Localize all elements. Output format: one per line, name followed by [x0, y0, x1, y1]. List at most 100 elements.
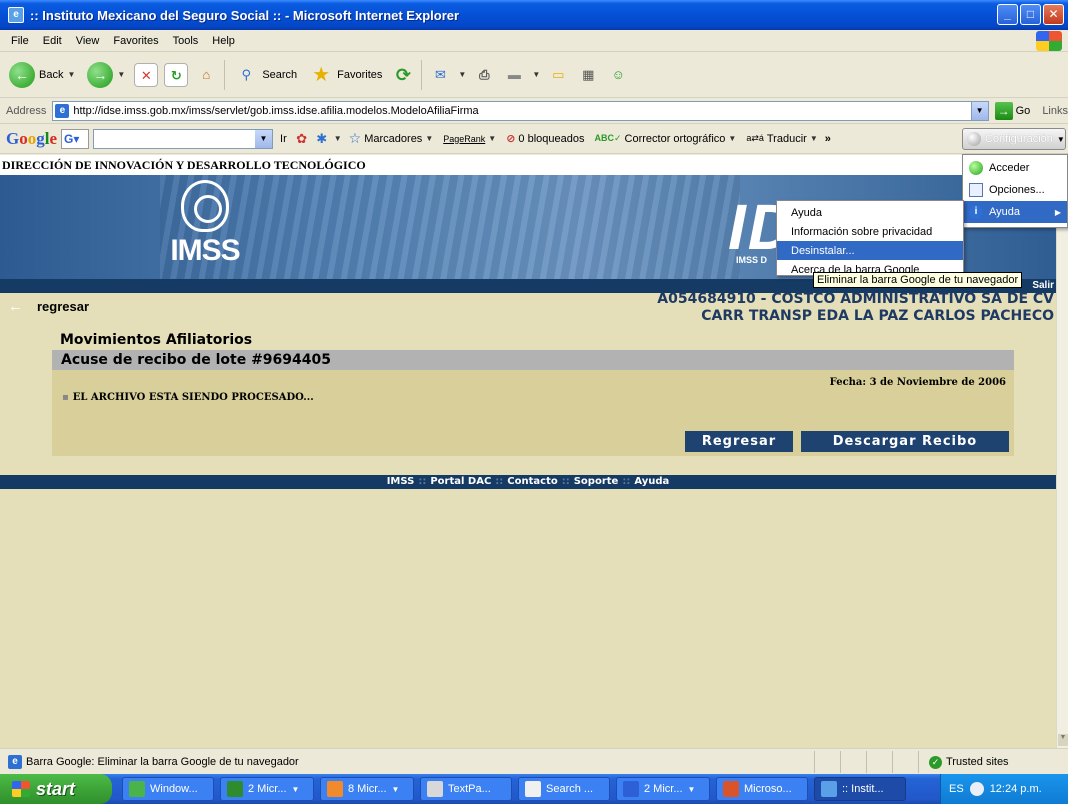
chevron-down-icon[interactable]: ▼: [970, 101, 988, 120]
print-icon[interactable]: ⎙: [472, 63, 496, 87]
company-line-1: A054684910 - COSTCO ADMINISTRATIVO SA DE…: [657, 291, 1054, 307]
marcadores-button[interactable]: ☆ Marcadores ▼: [346, 130, 437, 147]
footer-link-soporte[interactable]: Soporte: [574, 476, 619, 487]
window-title-bar[interactable]: e :: Instituto Mexicano del Seguro Socia…: [0, 0, 1068, 30]
refresh-icon[interactable]: ↻: [164, 62, 189, 87]
tooltip: Eliminar la barra Google de tu navegador: [813, 272, 1023, 288]
menu-item-ayuda[interactable]: i Ayuda ▶: [963, 201, 1067, 223]
tray-icon[interactable]: [969, 782, 984, 796]
regresar-button[interactable]: Regresar: [685, 431, 793, 452]
submenu-item-privacidad[interactable]: Información sobre privacidad: [777, 222, 963, 241]
chevron-down-icon[interactable]: ▼: [255, 129, 273, 148]
menu-file[interactable]: File: [4, 35, 36, 47]
footer-link-contacto[interactable]: Contacto: [507, 476, 557, 487]
maximize-button[interactable]: □: [1020, 4, 1041, 25]
search-icon: [525, 781, 541, 797]
edit-icon[interactable]: ▬: [502, 63, 526, 87]
footer-link-ayuda[interactable]: Ayuda: [634, 476, 669, 487]
chevron-down-icon: ▼: [488, 134, 497, 143]
menu-item-label: Acceder: [989, 162, 1030, 174]
start-button[interactable]: start: [0, 774, 112, 804]
idse-subtitle: IMSS D: [736, 255, 768, 265]
chevron-down-icon[interactable]: ▼: [117, 70, 125, 79]
task-outlook[interactable]: 8 Micr... ▼: [320, 777, 414, 801]
menu-tools[interactable]: Tools: [166, 35, 206, 47]
options-icon[interactable]: ✱: [314, 131, 330, 147]
task-window[interactable]: Window...: [122, 777, 214, 801]
google-search-input[interactable]: ▼: [93, 128, 274, 149]
check-icon: ✓: [929, 755, 942, 769]
chevron-down-icon[interactable]: ▼: [532, 70, 540, 79]
address-input[interactable]: e http://idse.imss.gob.mx/imss/servlet/g…: [52, 100, 989, 121]
spellcheck-button[interactable]: ABC✓ Corrector ortográfico ▼: [591, 133, 739, 145]
favorites-button[interactable]: ★ Favorites: [306, 57, 385, 93]
popup-blocker-button[interactable]: ⊘ 0 bloqueados: [503, 132, 587, 146]
go-arrow-icon: →: [994, 101, 1013, 120]
menu-edit[interactable]: Edit: [36, 35, 69, 47]
footer-link-imss[interactable]: IMSS: [387, 476, 415, 487]
minimize-button[interactable]: _: [997, 4, 1018, 25]
security-zone[interactable]: ✓ Trusted sites: [918, 751, 1068, 773]
close-button[interactable]: ✕: [1043, 4, 1064, 25]
start-label: start: [36, 778, 76, 799]
ie-icon: e: [8, 7, 24, 23]
marcadores-label: Marcadores: [364, 132, 423, 145]
submenu-item-desinstalar[interactable]: Desinstalar...: [777, 241, 963, 260]
folder-icon[interactable]: ▭: [546, 63, 570, 87]
vertical-scrollbar[interactable]: ▼: [1056, 155, 1068, 748]
pagerank-button[interactable]: PageRank ▼: [440, 134, 499, 144]
task-word[interactable]: 2 Micr... ▼: [616, 777, 710, 801]
chevron-down-icon: ▼: [728, 134, 737, 143]
task-excel[interactable]: 2 Micr... ▼: [220, 777, 314, 801]
chevron-down-icon: ▼: [1056, 134, 1065, 144]
popup-icon[interactable]: ✿: [294, 131, 310, 147]
task-textpad[interactable]: TextPa...: [420, 777, 512, 801]
language-indicator[interactable]: ES: [949, 783, 964, 795]
configuracion-menu: Acceder Opciones... i Ayuda ▶: [962, 154, 1068, 228]
more-chevron-icon[interactable]: »: [825, 133, 831, 145]
google-menu-button[interactable]: G▾: [61, 128, 90, 149]
descargar-recibo-button[interactable]: Descargar Recibo: [801, 431, 1009, 452]
task-search[interactable]: Search ...: [518, 777, 610, 801]
search-button[interactable]: ⚲ Search: [231, 57, 300, 93]
history-icon[interactable]: ⟳: [391, 63, 415, 87]
menu-item-acceder[interactable]: Acceder: [963, 157, 1067, 179]
menu-item-opciones[interactable]: Opciones...: [963, 179, 1067, 201]
configuracion-button[interactable]: Configuración ▼: [962, 128, 1066, 150]
salir-link[interactable]: Salir: [1032, 280, 1054, 291]
links-button[interactable]: Links: [1042, 105, 1068, 117]
go-button[interactable]: → Go: [994, 101, 1030, 120]
google-logo[interactable]: Google: [6, 129, 57, 149]
bullet-icon: ▪: [62, 392, 69, 403]
menu-view[interactable]: View: [69, 35, 107, 47]
forward-button[interactable]: → ▼: [84, 57, 128, 93]
page-icon: e: [8, 754, 22, 769]
back-arrow-icon: ←: [9, 61, 35, 88]
task-ie[interactable]: :: Instit...: [814, 777, 906, 801]
stop-icon[interactable]: ✕: [134, 62, 159, 87]
menu-favorites[interactable]: Favorites: [106, 35, 165, 47]
chevron-down-icon[interactable]: ▼: [67, 70, 75, 79]
menu-help[interactable]: Help: [205, 35, 242, 47]
receipt-date: Fecha: 3 de Noviembre de 2006: [829, 377, 1006, 388]
chevron-down-icon[interactable]: ▼: [458, 70, 466, 79]
research-icon[interactable]: ▦: [576, 63, 600, 87]
bloqueados-label: 0 bloqueados: [518, 132, 585, 145]
mail-icon[interactable]: ✉: [428, 63, 452, 87]
task-microsoft[interactable]: Microso...: [716, 777, 808, 801]
page-header: DIRECCIÓN DE INNOVACIÓN Y DESARROLLO TEC…: [0, 155, 1056, 175]
footer-link-portal-dac[interactable]: Portal DAC: [430, 476, 491, 487]
messenger-icon[interactable]: ☺: [606, 63, 630, 87]
back-button[interactable]: ← Back ▼: [6, 57, 78, 93]
google-search-button[interactable]: Ir: [277, 133, 290, 145]
spellcheck-icon: ABC✓: [594, 133, 622, 143]
chevron-down-icon[interactable]: ▼: [334, 134, 342, 143]
back-link[interactable]: ← regresar: [8, 298, 89, 315]
menu-bar: File Edit View Favorites Tools Help: [0, 30, 1068, 52]
processing-text: EL ARCHIVO ESTA SIENDO PROCESADO...: [72, 392, 314, 403]
clock: 12:24 p.m.: [989, 783, 1042, 795]
scroll-down-icon[interactable]: ▼: [1058, 734, 1068, 746]
translate-button[interactable]: a⇄á Traducir ▼: [743, 133, 820, 145]
home-icon[interactable]: ⌂: [194, 63, 218, 87]
submenu-item-ayuda[interactable]: Ayuda: [777, 203, 963, 222]
